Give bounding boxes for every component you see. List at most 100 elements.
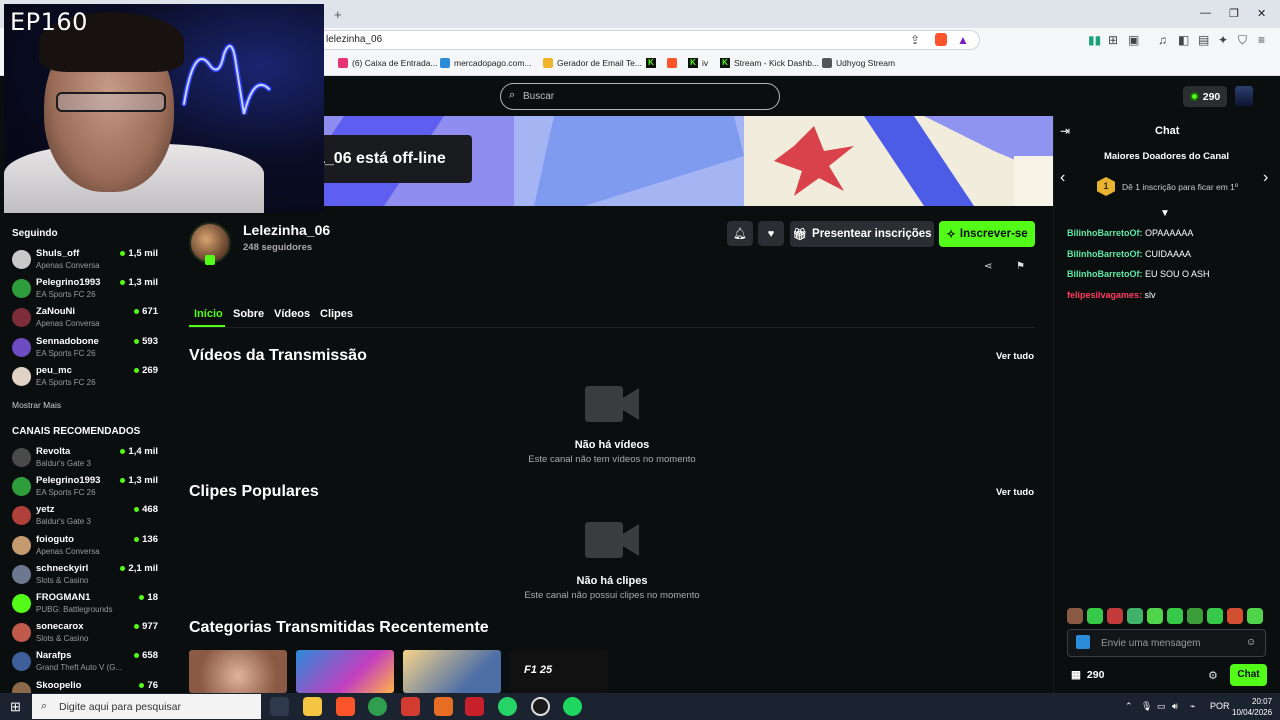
chat-username[interactable]: BilinhoBarretoOf: (1067, 249, 1143, 259)
notification-bell-button[interactable]: 🔔︎ (727, 221, 753, 246)
chrome-icon[interactable] (368, 697, 387, 716)
emote-9[interactable] (1227, 608, 1243, 624)
sidebar-channel-item[interactable]: Pelegrino1993 EA Sports FC 26 1,3 mil (12, 475, 162, 503)
tab-inicio[interactable]: Início (194, 308, 223, 320)
bookmark-item[interactable]: mercadopago.com... (440, 58, 531, 68)
clips-see-all-link[interactable]: Ver tudo (996, 487, 1034, 498)
points-badge[interactable]: 290 (1183, 86, 1227, 107)
bookmark-item[interactable]: K Stream - Kick Dashb... (720, 58, 819, 68)
language-indicator[interactable]: POR (1210, 701, 1230, 711)
minimize-icon[interactable]: — (1200, 7, 1211, 19)
voicemeeter-icon[interactable] (465, 697, 484, 716)
chat-username[interactable]: BilinhoBarretoOf: (1067, 269, 1143, 279)
brave-rewards-icon[interactable]: ▲ (957, 33, 969, 47)
gift-subs-button[interactable]: 🎁︎ Presentear inscrições (790, 221, 934, 247)
close-window-icon[interactable]: ✕ (1257, 7, 1266, 20)
live-dot-icon (134, 338, 140, 344)
microphone-icon[interactable]: 🎙︎ (1141, 701, 1152, 712)
emote-10[interactable] (1247, 608, 1263, 624)
sidebar-channel-item[interactable]: Pelegrino1993 EA Sports FC 26 1,3 mil (12, 277, 162, 305)
spotify-icon[interactable] (563, 697, 582, 716)
category-card-1[interactable] (189, 650, 287, 693)
emote-3[interactable] (1107, 608, 1123, 624)
windows-start-icon[interactable]: ⊞ (10, 699, 21, 715)
collapse-chat-icon[interactable]: ⇥ (1060, 124, 1070, 138)
bookmark-item[interactable]: (6) Caixa de Entrada... (338, 58, 438, 68)
tab-sobre[interactable]: Sobre (233, 308, 264, 320)
screenshot-icon[interactable]: ▣ (1128, 33, 1139, 47)
sidebar-channel-item[interactable]: Shuls_off Apenas Conversa 1,5 mil (12, 248, 162, 276)
sidebar-channel-item[interactable]: ZaNouNi Apenas Conversa 671 (12, 306, 162, 334)
sidebar-channel-item[interactable]: peu_mc EA Sports FC 26 269 (12, 365, 162, 393)
emote-6[interactable] (1167, 608, 1183, 624)
taskbar-clock[interactable]: 20:07 10/04/2026 (1232, 696, 1272, 718)
brave-shield-icon[interactable] (935, 33, 947, 46)
emoji-icon[interactable]: ☺ (1246, 637, 1256, 648)
bookmark-item[interactable]: Udhyog Stream (822, 58, 895, 68)
subscribe-button[interactable]: ✧ Inscrever-se (939, 221, 1035, 247)
sidebar-channel-item[interactable]: Sennadobone EA Sports FC 26 593 (12, 336, 162, 364)
user-avatar[interactable] (1235, 86, 1253, 106)
report-user-icon[interactable]: ⚑ (1016, 261, 1025, 272)
brave-browser-icon[interactable] (336, 697, 355, 716)
bookmark-item[interactable]: K (646, 58, 656, 68)
category-card-4[interactable]: F1 25 (510, 650, 608, 693)
share-channel-icon[interactable]: ⋖ (984, 261, 992, 272)
sidebar-channel-item[interactable]: yetz Baldur's Gate 3 468 (12, 504, 162, 532)
emote-5[interactable] (1147, 608, 1163, 624)
emote-2[interactable] (1087, 608, 1103, 624)
sidebar-channel-item[interactable]: Narafps Grand Theft Auto V (G... 658 (12, 650, 162, 678)
tab-clipes[interactable]: Clipes (320, 308, 353, 320)
category-card-3[interactable] (403, 650, 501, 693)
sidebar-toggle-icon[interactable]: ◧ (1178, 33, 1189, 47)
bookmark-item[interactable]: Gerador de Email Te... (543, 58, 642, 68)
bookmark-item[interactable] (667, 58, 677, 68)
extension-icon[interactable]: ▮▮ (1088, 33, 1101, 47)
sidebar-channel-item[interactable]: foioguto Apenas Conversa 136 (12, 534, 162, 562)
emote-7[interactable] (1187, 608, 1203, 624)
bookmark-item[interactable]: Kiv (688, 58, 708, 68)
sidebar-channel-item[interactable]: FROGMAN1 PUBG: Battlegrounds 18 (12, 592, 162, 620)
chat-send-button[interactable]: Chat (1230, 664, 1267, 686)
category-card-2[interactable] (296, 650, 394, 693)
chevron-right-icon[interactable]: › (1263, 169, 1268, 187)
network-icon[interactable]: ▭ (1157, 701, 1166, 712)
bluetooth-icon[interactable]: ⌁ (1190, 701, 1195, 712)
chevron-left-icon[interactable]: ‹ (1060, 169, 1065, 187)
app-icon-6[interactable] (434, 697, 453, 716)
emote-8[interactable] (1207, 608, 1223, 624)
filter-icon[interactable]: ▼ (1160, 208, 1170, 219)
chat-username[interactable]: BilinhoBarretoOf: (1067, 228, 1143, 238)
puzzle-icon[interactable]: ⊞ (1108, 33, 1118, 47)
show-more-link[interactable]: Mostrar Mais (12, 400, 61, 410)
file-explorer-icon[interactable] (303, 697, 322, 716)
leo-ai-icon[interactable]: ✦ (1218, 33, 1228, 47)
music-icon[interactable]: ♫ (1158, 33, 1167, 47)
sidebar-channel-item[interactable]: sonecarox Slots & Casino 977 (12, 621, 162, 649)
sidebar-channel-item[interactable]: schneckyirl Slots & Casino 2,1 mil (12, 563, 162, 591)
chat-username[interactable]: felipesilvagames: (1067, 290, 1142, 300)
address-bar[interactable] (310, 30, 980, 50)
wallet-icon[interactable]: ▤ (1198, 33, 1209, 47)
obs-icon[interactable] (531, 697, 550, 716)
share-icon[interactable]: ⇪ (910, 33, 920, 47)
volume-icon[interactable]: 🔊︎ (1172, 701, 1178, 712)
tab-videos[interactable]: Vídeos (274, 308, 310, 320)
chat-points[interactable]: ▦ 290 (1071, 669, 1104, 681)
task-view-icon[interactable] (270, 697, 289, 716)
gear-icon[interactable]: ⚙ (1208, 669, 1218, 682)
chat-points-value: 290 (1086, 669, 1105, 681)
emote-4[interactable] (1127, 608, 1143, 624)
videos-see-all-link[interactable]: Ver tudo (996, 351, 1034, 362)
menu-icon[interactable]: ≡ (1258, 33, 1265, 47)
emote-1[interactable] (1067, 608, 1083, 624)
chat-message-text: OPAAAAAA (1142, 228, 1194, 238)
tray-chevron-icon[interactable]: ⌃ (1125, 701, 1133, 712)
sidebar-channel-item[interactable]: Revolta Baldur's Gate 3 1,4 mil (12, 446, 162, 474)
new-tab-icon[interactable]: + (334, 7, 342, 22)
maximize-icon[interactable]: ❐ (1229, 7, 1239, 20)
vpn-icon[interactable]: ⛉ (1238, 33, 1247, 48)
whatsapp-icon[interactable] (498, 697, 517, 716)
follow-heart-button[interactable]: ♥ (758, 221, 784, 246)
capcut-icon[interactable] (401, 697, 420, 716)
